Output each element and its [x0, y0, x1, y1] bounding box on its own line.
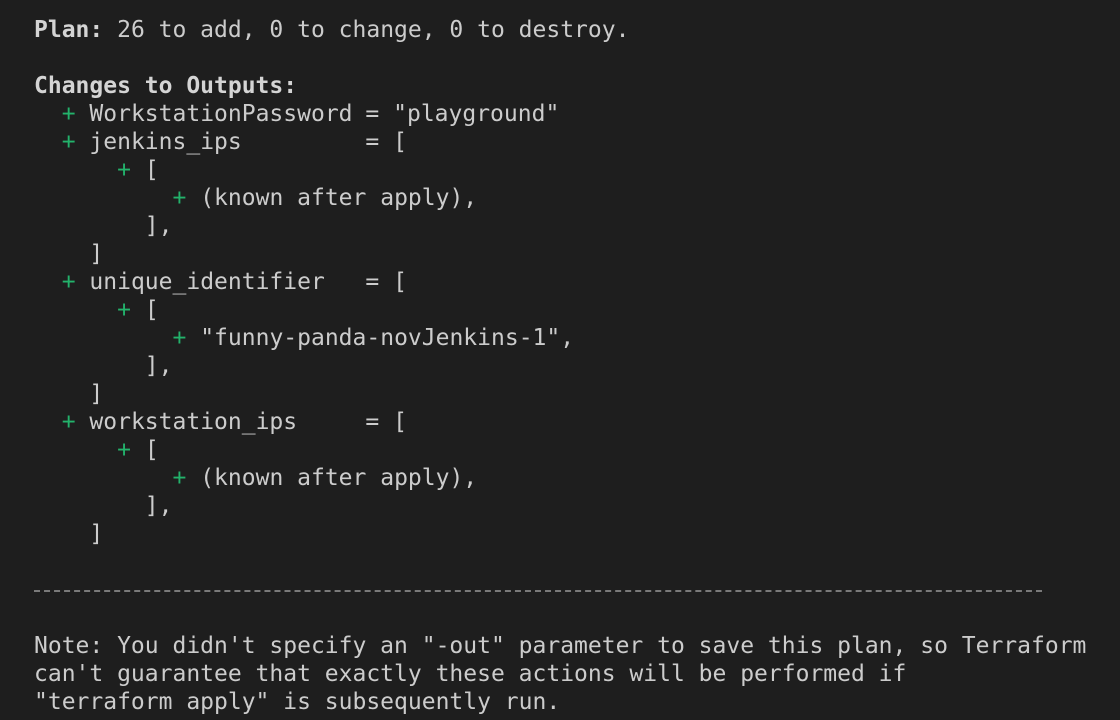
list-item-line: + (known after apply),	[34, 184, 1120, 212]
note-line-3: "terraform apply" is subsequently run.	[34, 689, 561, 715]
plus-icon: +	[117, 157, 131, 183]
list-close: ]	[89, 241, 104, 267]
list-close: ]	[89, 381, 104, 407]
list-open-line: + [	[117, 297, 159, 323]
output-value: [	[393, 409, 407, 435]
separator-line	[34, 576, 1120, 604]
list-item-value: (known after apply),	[200, 465, 478, 491]
list-inner-close: ],	[144, 213, 173, 239]
plus-icon: +	[172, 325, 187, 351]
list-close: ]	[89, 521, 104, 547]
outputs-header: Changes to Outputs:	[34, 73, 298, 99]
plus-icon: +	[117, 437, 131, 463]
note-line-1: Note: You didn't specify an "-out" param…	[34, 633, 1087, 659]
list-inner-close: ],	[144, 353, 173, 379]
list-item-line: + "funny-panda-novJenkins-1",	[34, 324, 1120, 352]
output-operator: =	[365, 101, 394, 127]
output-workstation-password: + WorkstationPassword = "playground"	[34, 100, 1120, 128]
output-name: jenkins_ips	[89, 129, 242, 155]
list-open-line: + [	[117, 437, 159, 463]
list-item-value: (known after apply),	[200, 185, 478, 211]
note-line-2: can't guarantee that exactly these actio…	[34, 661, 907, 687]
output-jenkins-ips: + jenkins_ips = [	[34, 128, 1120, 156]
plus-icon: +	[172, 465, 187, 491]
plus-icon: +	[61, 101, 76, 127]
plus-icon: +	[61, 129, 76, 155]
list-open-line: + [	[117, 157, 159, 183]
plus-icon: +	[61, 409, 76, 435]
output-operator: =	[365, 129, 394, 155]
output-value: [	[393, 269, 407, 295]
list-inner-close: ],	[144, 493, 173, 519]
output-value: [	[393, 129, 407, 155]
plan-label: Plan:	[34, 17, 104, 43]
terminal-output: Plan: 26 to add, 0 to change, 0 to destr…	[0, 0, 1120, 720]
plus-icon: +	[117, 297, 131, 323]
output-operator: =	[365, 409, 394, 435]
output-workstation-ips: + workstation_ips = [	[34, 408, 1120, 436]
output-name: workstation_ips	[89, 409, 298, 435]
list-item-value: "funny-panda-novJenkins-1",	[200, 325, 575, 351]
dashed-divider	[34, 590, 1042, 592]
output-name: WorkstationPassword	[89, 101, 353, 127]
output-unique-identifier: + unique_identifier = [	[34, 268, 1120, 296]
output-name: unique_identifier	[89, 269, 325, 295]
list-item-line: + (known after apply),	[34, 464, 1120, 492]
output-value: "playground"	[393, 101, 560, 127]
plan-summary: Plan: 26 to add, 0 to change, 0 to destr…	[34, 16, 1120, 44]
output-operator: =	[365, 269, 394, 295]
plus-icon: +	[172, 185, 187, 211]
plus-icon: +	[61, 269, 76, 295]
plan-summary-text: 26 to add, 0 to change, 0 to destroy.	[103, 17, 630, 43]
